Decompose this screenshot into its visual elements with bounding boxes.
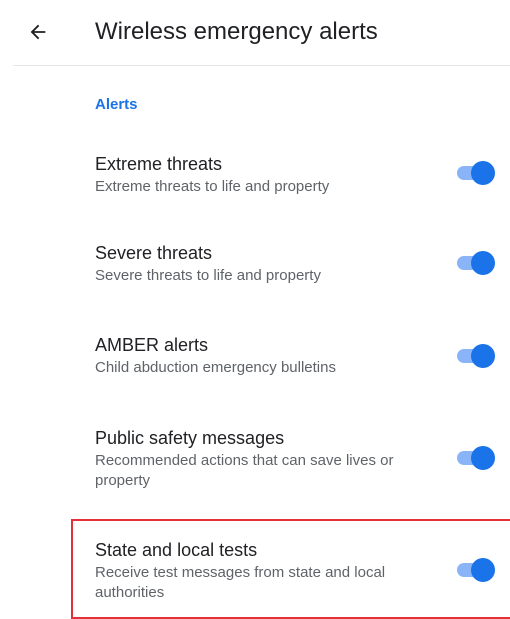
highlight-box — [71, 519, 510, 619]
pref-summary: Child abduction emergency bulletins — [95, 359, 336, 376]
pref-summary: Severe threats to life and property — [95, 267, 321, 284]
pref-summary: Recommended actions that can save lives … — [95, 452, 394, 489]
section-header-alerts: Alerts — [95, 96, 138, 113]
pref-summary: Extreme threats to life and property — [95, 178, 330, 195]
app-bar: Wireless emergency alerts — [0, 0, 510, 64]
app-bar-divider — [13, 65, 510, 66]
switch-thumb — [471, 251, 495, 275]
page-title: Wireless emergency alerts — [95, 18, 378, 45]
severe-threats-switch[interactable] — [455, 249, 495, 277]
public-safety-messages-switch[interactable] — [455, 444, 495, 472]
pref-title: AMBER alerts — [95, 335, 209, 355]
extreme-threats-switch[interactable] — [455, 159, 495, 187]
switch-thumb — [471, 446, 495, 470]
pref-title: Severe threats — [95, 243, 213, 263]
pref-title: Public safety messages — [95, 428, 285, 448]
arrow-back-icon — [30, 24, 46, 40]
back-button[interactable] — [22, 16, 54, 48]
pref-title: Extreme threats — [95, 154, 223, 174]
amber-alerts-switch[interactable] — [455, 342, 495, 370]
switch-thumb — [471, 161, 495, 185]
switch-thumb — [471, 344, 495, 368]
